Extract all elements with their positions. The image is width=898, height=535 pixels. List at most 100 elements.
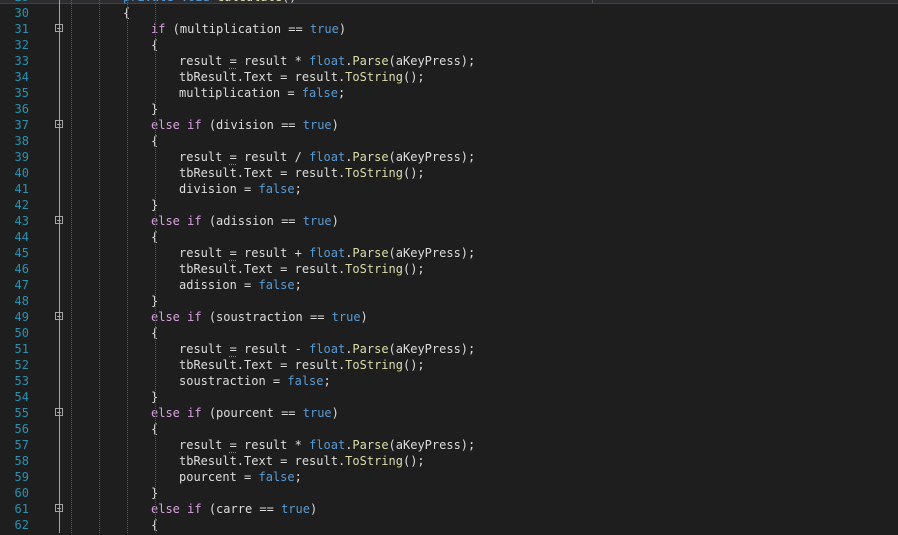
code-line[interactable]: 52 tbResult.Text = result.ToString(); <box>0 357 898 373</box>
line-number: 34 <box>14 70 29 84</box>
code-token: float <box>309 150 346 164</box>
code-text: result = result + float.Parse(aKeyPress)… <box>179 245 475 261</box>
code-token: (division == <box>201 118 303 132</box>
code-line[interactable]: 35 multiplication = false; <box>0 85 898 101</box>
code-line[interactable]: 43 else if (adission == true) <box>0 213 898 229</box>
code-editor[interactable]: 29private void Calculate()30{31if (multi… <box>0 0 898 535</box>
code-line[interactable]: 36} <box>0 101 898 117</box>
code-line[interactable]: 50{ <box>0 325 898 341</box>
code-line[interactable]: 49 else if (soustraction == true) <box>0 309 898 325</box>
code-text: else if (soustraction == true) <box>151 309 368 325</box>
code-token: true <box>281 502 310 516</box>
code-line[interactable]: 39 result = result / float.Parse(aKeyPres… <box>0 149 898 165</box>
code-token: (pourcent == <box>201 406 303 420</box>
code-line[interactable]: 32{ <box>0 37 898 53</box>
code-line[interactable]: 48} <box>0 293 898 309</box>
code-text: tbResult.Text = result.ToString(); <box>179 453 425 469</box>
code-token: true <box>302 118 332 132</box>
code-line[interactable]: 61 else if (carre == true) <box>0 501 898 517</box>
code-area[interactable]: 29private void Calculate()30{31if (multi… <box>0 0 898 533</box>
code-line[interactable]: 34 tbResult.Text = result.ToString(); <box>0 69 898 85</box>
code-token: (); <box>402 358 425 372</box>
code-token: result <box>179 150 230 164</box>
code-line[interactable]: 60} <box>0 485 898 501</box>
code-line[interactable]: 57 result = result * float.Parse(aKeyPres… <box>0 437 898 453</box>
code-token: true <box>309 22 339 36</box>
line-number: 40 <box>14 166 29 180</box>
code-token: tbResult.Text = result. <box>179 262 346 276</box>
code-text: adission = false; <box>179 277 302 293</box>
code-token: (multiplication == <box>165 22 310 36</box>
code-token: false <box>258 278 295 292</box>
code-line[interactable]: 59 pourcent = false; <box>0 469 898 485</box>
code-text: multiplication = false; <box>179 85 345 101</box>
line-number: 60 <box>14 486 29 500</box>
code-token: soustraction = <box>179 374 288 388</box>
code-token: Parse <box>352 438 389 452</box>
code-text: result = result * float.Parse(aKeyPress)… <box>179 53 475 69</box>
indent-guide <box>99 0 100 533</box>
code-token: private <box>123 0 174 4</box>
line-number: 48 <box>14 294 29 308</box>
code-token: (); <box>402 454 425 468</box>
code-line[interactable]: 58 tbResult.Text = result.ToString(); <box>0 453 898 469</box>
line-number: 45 <box>14 246 29 260</box>
code-line[interactable]: 46 tbResult.Text = result.ToString(); <box>0 261 898 277</box>
code-token: (); <box>402 166 425 180</box>
code-token: false <box>258 182 295 196</box>
code-token: ToString <box>345 358 403 372</box>
code-token: false <box>258 470 295 484</box>
code-text: if (multiplication == true) <box>151 21 346 37</box>
code-token: float <box>309 246 346 260</box>
code-token: = <box>229 438 237 452</box>
code-line[interactable]: 37 else if (division == true) <box>0 117 898 133</box>
code-line[interactable]: 56{ <box>0 421 898 437</box>
code-line[interactable]: 62{ <box>0 517 898 533</box>
code-text: else if (pourcent == true) <box>151 405 339 421</box>
code-text: tbResult.Text = result.ToString(); <box>179 165 425 181</box>
code-text: soustraction = false; <box>179 373 331 389</box>
code-token: ToString <box>345 70 403 84</box>
line-number: 61 <box>14 502 29 516</box>
code-line[interactable]: 44{ <box>0 229 898 245</box>
code-token: false <box>287 374 324 388</box>
line-number: 31 <box>14 22 29 36</box>
code-text: result = result - float.Parse(aKeyPress)… <box>179 341 475 357</box>
line-number: 36 <box>14 102 29 116</box>
line-number: 56 <box>14 422 29 436</box>
code-token: (); <box>402 262 425 276</box>
code-line[interactable]: 47 adission = false; <box>0 277 898 293</box>
code-token: (aKeyPress); <box>388 54 476 68</box>
code-line[interactable]: 33 result = result * float.Parse(aKeyPres… <box>0 53 898 69</box>
line-number: 51 <box>14 342 29 356</box>
code-token: adission = <box>179 278 259 292</box>
code-line[interactable]: 51 result = result - float.Parse(aKeyPres… <box>0 341 898 357</box>
line-number: 33 <box>14 54 29 68</box>
code-token: true <box>302 214 332 228</box>
outlining-line <box>59 0 60 533</box>
indent-guide <box>71 0 72 533</box>
code-line[interactable]: 55 else if (pourcent == true) <box>0 405 898 421</box>
code-line[interactable]: 41 division = false; <box>0 181 898 197</box>
code-token: Parse <box>352 150 389 164</box>
code-token: (aKeyPress); <box>388 342 476 356</box>
code-line[interactable]: 31 if (multiplication == true) <box>0 21 898 37</box>
code-line[interactable]: 38{ <box>0 133 898 149</box>
code-text: pourcent = false; <box>179 469 302 485</box>
code-token: ; <box>294 470 302 484</box>
code-token: ; <box>337 86 346 100</box>
code-line[interactable]: 40 tbResult.Text = result.ToString(); <box>0 165 898 181</box>
code-token: result <box>179 54 230 68</box>
code-line[interactable]: 42} <box>0 197 898 213</box>
code-line[interactable]: 54} <box>0 389 898 405</box>
code-line[interactable]: 45 result = result + float.Parse(aKeyPres… <box>0 245 898 261</box>
line-number: 59 <box>14 470 29 484</box>
code-token: result <box>179 342 230 356</box>
code-token: (soustraction == <box>201 310 332 324</box>
line-number: 43 <box>14 214 29 228</box>
line-number: 42 <box>14 198 29 212</box>
code-line[interactable]: 53 soustraction = false; <box>0 373 898 389</box>
line-number: 49 <box>14 310 29 324</box>
code-line[interactable]: 30{ <box>0 5 898 21</box>
code-token: if <box>187 502 202 516</box>
